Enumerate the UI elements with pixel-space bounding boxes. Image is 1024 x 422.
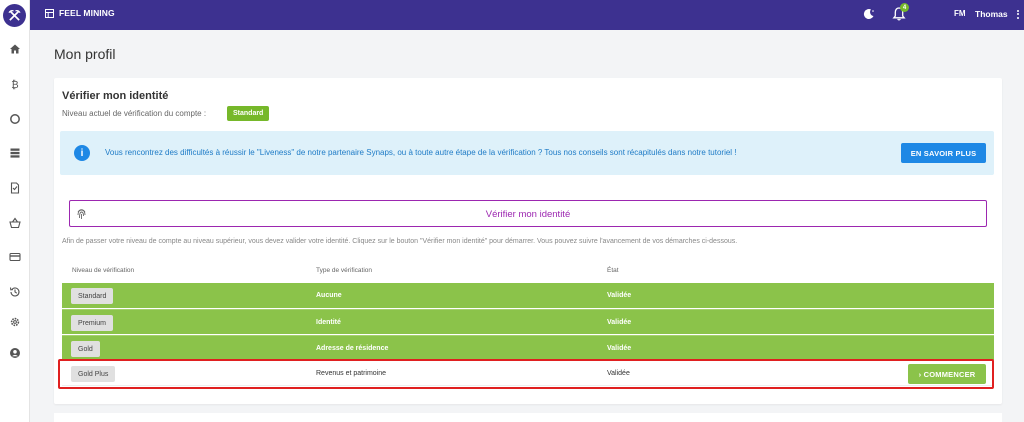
table-row: Gold Plus Revenus et patrimoine Validée …: [62, 361, 994, 386]
level-chip: Premium: [71, 315, 114, 331]
verify-identity-button-label: Vérifier mon identité: [485, 209, 571, 220]
notification-count-badge: 4: [900, 3, 909, 12]
sidebar: ₿: [0, 0, 30, 422]
server-icon[interactable]: [6, 144, 24, 162]
menu-icon: [45, 8, 54, 18]
section-title: Vérifier mon identité: [62, 90, 169, 102]
verification-type: Revenus et patrimoine: [316, 370, 387, 377]
more-menu-icon[interactable]: [1015, 7, 1021, 21]
info-alert-text: Vous rencontrez des difficultés à réussi…: [105, 148, 737, 157]
current-level-label: Niveau actuel de vérification du compte …: [62, 109, 207, 118]
top-bar: FEEL MINING 4 FM Thomas: [30, 0, 1024, 30]
bitcoin-icon[interactable]: ₿: [6, 75, 24, 93]
verify-identity-card: Vérifier mon identité Niveau actuel de v…: [54, 78, 1002, 404]
user-name[interactable]: Thomas: [975, 9, 1008, 19]
verification-state: Validée: [607, 345, 632, 352]
dark-mode-icon[interactable]: [862, 7, 876, 26]
verification-type: Adresse de résidence: [316, 345, 389, 352]
current-level-badge: Standard: [227, 106, 270, 121]
start-button[interactable]: › COMMENCER: [908, 364, 986, 384]
circle-icon[interactable]: [6, 110, 24, 128]
verification-type: Identité: [316, 319, 341, 326]
table-header: Niveau de vérification Type de vérificat…: [62, 264, 994, 278]
table-row: Standard Aucune Validée: [62, 283, 994, 308]
verification-state: Validée: [607, 292, 632, 299]
verify-identity-button[interactable]: Vérifier mon identité: [69, 200, 987, 227]
level-chip: Gold: [71, 341, 100, 357]
column-header-level: Niveau de vérification: [72, 267, 135, 274]
page-title: Mon profil: [54, 46, 116, 62]
info-icon: i: [74, 145, 90, 161]
avatar[interactable]: FM: [954, 9, 966, 18]
level-chip: Standard: [71, 288, 114, 304]
credit-card-icon[interactable]: [6, 248, 24, 266]
level-chip: Gold Plus: [71, 366, 116, 382]
verification-state: Validée: [607, 370, 630, 377]
table-row: Gold Adresse de résidence Validée: [62, 335, 994, 360]
help-text: Afin de passer votre niveau de compte au…: [62, 238, 738, 245]
learn-more-button[interactable]: EN SAVOIR PLUS: [901, 143, 986, 163]
brand[interactable]: FEEL MINING: [45, 8, 115, 18]
history-icon[interactable]: [6, 283, 24, 301]
verification-state: Validée: [607, 319, 632, 326]
secondary-card: [54, 413, 1002, 422]
svg-text:₿: ₿: [11, 79, 18, 90]
brand-name: FEEL MINING: [59, 8, 115, 18]
home-icon[interactable]: [6, 40, 24, 58]
basket-icon[interactable]: [6, 214, 24, 232]
column-header-state: État: [607, 267, 619, 274]
table-row: Premium Identité Validée: [62, 309, 994, 334]
user-circle-icon[interactable]: [6, 344, 24, 362]
logo-icon[interactable]: [3, 4, 26, 27]
column-header-type: Type de vérification: [316, 267, 373, 274]
verification-type: Aucune: [316, 292, 342, 299]
gear-icon[interactable]: [6, 313, 24, 331]
document-icon[interactable]: [6, 179, 24, 197]
info-alert: i Vous rencontrez des difficultés à réus…: [60, 131, 994, 175]
